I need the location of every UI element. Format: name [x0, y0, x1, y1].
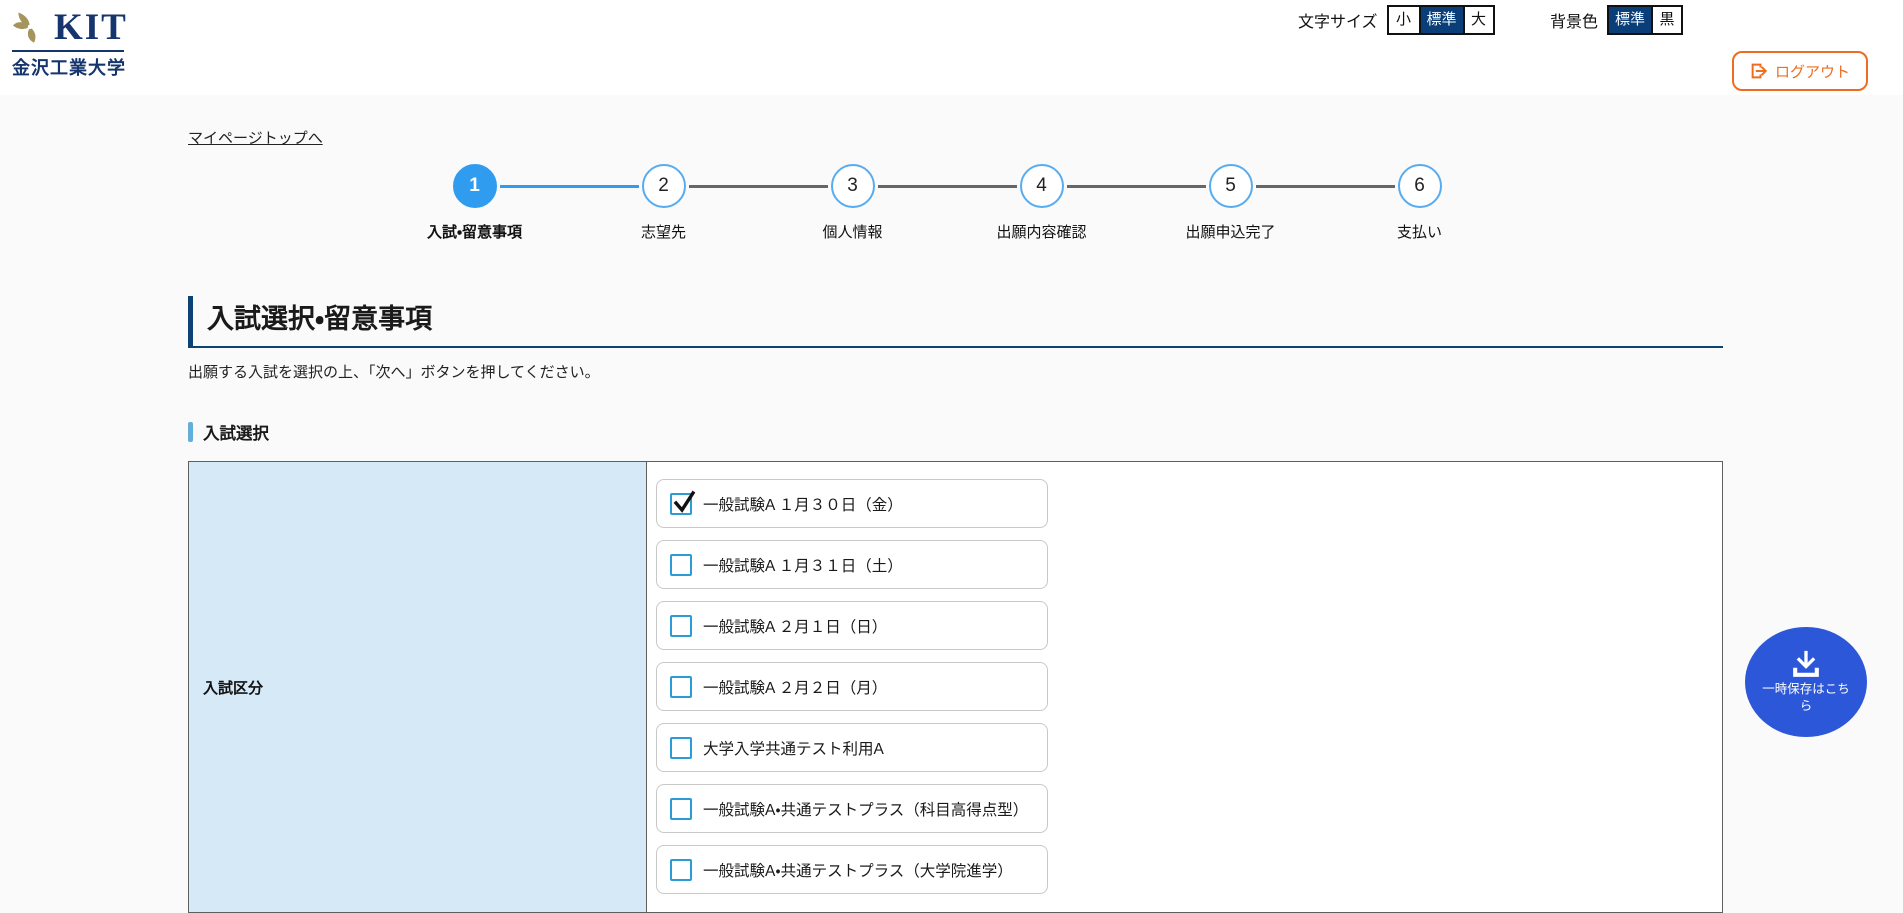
temporary-save-label: 一時保存はこちら	[1758, 681, 1854, 715]
temporary-save-button[interactable]: 一時保存はこちら	[1745, 627, 1867, 737]
checkbox[interactable]	[670, 676, 692, 698]
exam-option-card[interactable]: 一般試験A ２月１日（日）	[656, 601, 1048, 650]
font-size-control: 文字サイズ 小 標準 大	[1298, 5, 1495, 35]
exam-option-label: 一般試験A １月３０日（金）	[703, 493, 903, 515]
step-label: 支払い	[1397, 221, 1442, 242]
step-number-circle: 4	[1020, 164, 1064, 208]
mypage-top-link[interactable]: マイページトップへ	[188, 127, 323, 148]
step-number-circle: 1	[453, 164, 497, 208]
step-number-circle: 5	[1209, 164, 1253, 208]
logout-icon	[1750, 62, 1768, 80]
download-icon	[1790, 650, 1822, 678]
step-number-circle: 2	[642, 164, 686, 208]
step-label: 出願申込完了	[1185, 221, 1275, 242]
main-content: マイページトップへ 1 入試・留意事項 2 志望先 3 個人情報 4 出願内容確…	[0, 95, 1903, 913]
stepper-step: 6 支払い	[1325, 164, 1514, 242]
font-size-standard-button[interactable]: 標準	[1419, 7, 1463, 33]
exam-option-label: 一般試験A ２月２日（月）	[703, 676, 887, 698]
checkbox[interactable]	[670, 554, 692, 576]
font-size-label: 文字サイズ	[1298, 8, 1378, 32]
checkbox[interactable]	[670, 493, 692, 515]
step-label: 入試・留意事項	[427, 221, 522, 242]
exam-option-label: 一般試験A・共通テストプラス（科目高得点型）	[703, 798, 1028, 820]
logo-acronym: KIT	[54, 9, 128, 46]
checkbox[interactable]	[670, 615, 692, 637]
stepper-step: 4 出願内容確認	[947, 164, 1136, 242]
logout-button[interactable]: ログアウト	[1732, 51, 1868, 91]
page-title: 入試選択・留意事項	[188, 296, 1723, 348]
stepper-step: 3 個人情報	[758, 164, 947, 242]
exam-option-card[interactable]: 一般試験A １月３０日（金）	[656, 479, 1048, 528]
bg-color-button-group: 標準 黒	[1607, 5, 1683, 35]
section-title: 入試選択	[193, 420, 269, 444]
header: KIT 金沢工業大学 文字サイズ 小 標準 大 背景色 標準 黒 ログアウト	[0, 0, 1903, 95]
kit-logo: KIT 金沢工業大学	[12, 6, 132, 80]
section-header: 入試選択	[188, 420, 1723, 444]
font-size-large-button[interactable]: 大	[1463, 7, 1493, 33]
step-number-circle: 3	[831, 164, 875, 208]
stepper-step: 2 志望先	[569, 164, 758, 242]
font-size-button-group: 小 標準 大	[1387, 5, 1495, 35]
exam-option-label: 一般試験A ２月１日（日）	[703, 615, 887, 637]
exam-option-card[interactable]: 一般試験A・共通テストプラス（大学院進学）	[656, 845, 1048, 894]
checkbox[interactable]	[670, 737, 692, 759]
checkbox[interactable]	[670, 859, 692, 881]
exam-category-header-cell: 入試区分	[189, 462, 647, 912]
font-size-small-button[interactable]: 小	[1389, 7, 1419, 33]
exam-option-card[interactable]: 一般試験A ２月２日（月）	[656, 662, 1048, 711]
kit-emblem-icon	[12, 6, 48, 46]
step-number-circle: 6	[1398, 164, 1442, 208]
logo-university-name: 金沢工業大学	[12, 54, 132, 80]
step-label: 志望先	[641, 221, 686, 242]
exam-selection-table: 入試区分 一般試験A １月３０日（金） 一般試験A １月３１日（土）	[188, 461, 1723, 913]
bg-color-black-button[interactable]: 黒	[1651, 7, 1681, 33]
bg-color-label: 背景色	[1550, 8, 1598, 32]
instruction-text: 出願する入試を選択の上、「次へ」ボタンを押してください。	[188, 361, 1723, 382]
logout-button-label: ログアウト	[1775, 61, 1850, 82]
exam-option-label: 大学入学共通テスト利用A	[703, 737, 884, 759]
step-label: 出願内容確認	[996, 221, 1086, 242]
bg-color-control: 背景色 標準 黒	[1550, 5, 1683, 35]
stepper-step: 1 入試・留意事項	[380, 164, 569, 242]
exam-options: 一般試験A １月３０日（金） 一般試験A １月３１日（土） 一般試験A ２月１日…	[647, 462, 1722, 912]
exam-option-card[interactable]: 大学入学共通テスト利用A	[656, 723, 1048, 772]
checkmark-icon	[672, 490, 696, 514]
exam-option-label: 一般試験A １月３１日（土）	[703, 554, 903, 576]
stepper-step: 5 出願申込完了	[1136, 164, 1325, 242]
exam-option-label: 一般試験A・共通テストプラス（大学院進学）	[703, 859, 1013, 881]
bg-color-standard-button[interactable]: 標準	[1609, 7, 1651, 33]
exam-option-card[interactable]: 一般試験A・共通テストプラス（科目高得点型）	[656, 784, 1048, 833]
exam-option-card[interactable]: 一般試験A １月３１日（土）	[656, 540, 1048, 589]
logo-divider	[12, 50, 124, 52]
stepper: 1 入試・留意事項 2 志望先 3 個人情報 4 出願内容確認 5 出願申込完了	[380, 164, 1723, 242]
checkbox[interactable]	[670, 798, 692, 820]
step-label: 個人情報	[822, 221, 882, 242]
